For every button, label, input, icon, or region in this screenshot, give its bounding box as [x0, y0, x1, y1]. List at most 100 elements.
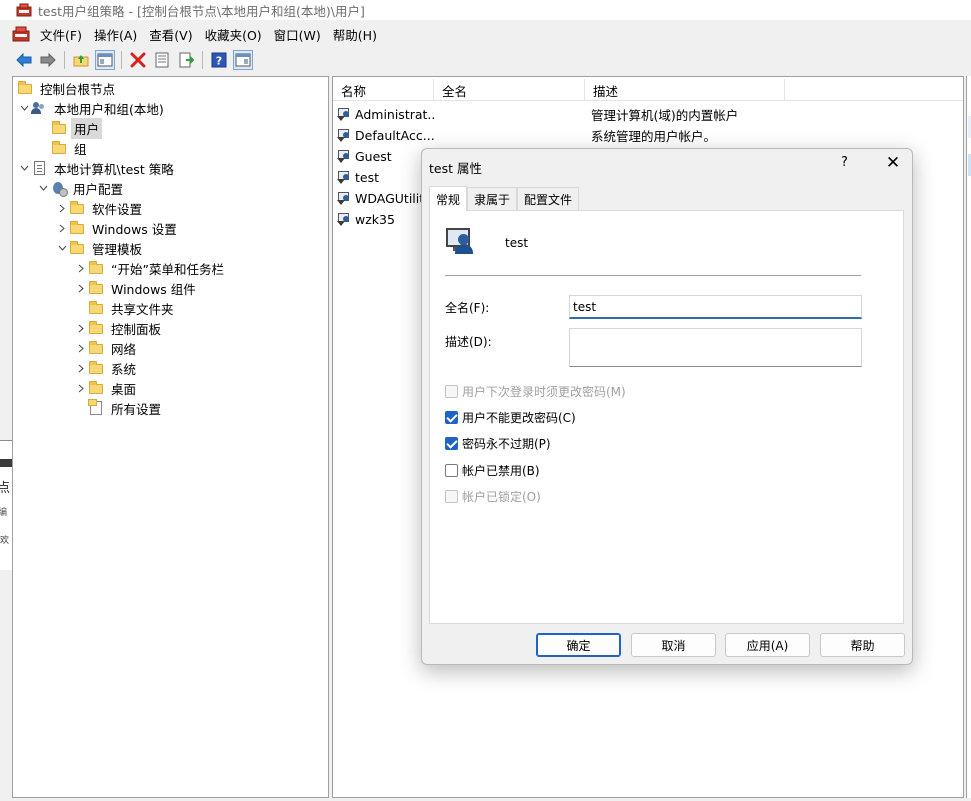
properties-icon[interactable] — [152, 50, 172, 70]
chevron-right-icon[interactable] — [55, 218, 69, 238]
chevron-right-icon[interactable] — [55, 198, 69, 218]
tree-node-admin-templates[interactable]: 管理模板 — [55, 238, 145, 258]
tree-node-label: 本地用户和组(本地) — [54, 101, 164, 117]
tree-node-label: 软件设置 — [92, 201, 143, 217]
menu-favorites[interactable]: 收藏夹(O) — [199, 23, 268, 46]
back-icon[interactable] — [14, 50, 34, 70]
help-button[interactable]: 帮助 — [820, 633, 905, 657]
menu-help[interactable]: 帮助(H) — [327, 23, 383, 46]
folder-icon — [88, 381, 104, 395]
folder-icon — [51, 121, 67, 135]
tree-node-system[interactable]: 系统 — [74, 358, 139, 378]
tree-node-groups[interactable]: 组 — [51, 138, 90, 158]
description-field[interactable] — [569, 328, 862, 367]
title-bar: test用户组策略 - [控制台根节点\本地用户和组(本地)\用户] — [0, 0, 971, 20]
chevron-down-icon[interactable] — [55, 238, 69, 258]
tree-node-label: 所有设置 — [111, 401, 162, 417]
tree-node-label: Windows 设置 — [92, 221, 177, 237]
checkbox-box[interactable] — [445, 463, 458, 477]
menu-window[interactable]: 窗口(W) — [268, 23, 327, 46]
column-header-description[interactable]: 描述 — [585, 79, 785, 101]
chevron-down-icon[interactable] — [17, 158, 31, 178]
tree-node-control-panel[interactable]: 控制面板 — [74, 318, 164, 338]
tree-node-label: 控制台根节点 — [40, 81, 116, 97]
show-hide-tree-icon[interactable] — [95, 50, 115, 70]
tree-node-software-settings[interactable]: 软件设置 — [55, 198, 145, 218]
divider — [445, 275, 861, 276]
tree-node-label: 管理模板 — [92, 241, 143, 257]
column-header-fullname[interactable]: 全名 — [434, 79, 585, 101]
checkbox-box[interactable] — [445, 436, 458, 450]
tree-node-desktop[interactable]: 桌面 — [74, 378, 139, 398]
user-icon — [337, 148, 353, 164]
tree-node-local-users-groups[interactable]: 本地用户和组(本地) — [17, 98, 167, 118]
mmc-menu-icon[interactable] — [12, 26, 30, 42]
checkbox-account-locked[interactable]: 帐户已锁定(O) — [445, 487, 541, 505]
export-list-icon[interactable] — [176, 50, 196, 70]
user-properties-dialog[interactable]: test 属性 ? ✕ 常规 隶属于 配置文件 test 全名(F): test… — [421, 148, 913, 665]
chevron-right-icon[interactable] — [74, 358, 88, 378]
chevron-right-icon[interactable] — [74, 258, 88, 278]
folder-icon — [88, 261, 104, 275]
tree-node-all-settings[interactable]: 所有设置 — [88, 398, 164, 418]
folder-icon — [88, 281, 104, 295]
forward-icon[interactable] — [38, 50, 58, 70]
fullname-field[interactable]: test — [569, 295, 862, 319]
chevron-down-icon[interactable] — [36, 178, 50, 198]
tab-profile[interactable]: 配置文件 — [517, 187, 580, 210]
tree-node-users[interactable]: 用户 — [51, 117, 103, 139]
tree-node-windows-settings[interactable]: Windows 设置 — [55, 218, 180, 238]
mmc-app-icon — [16, 3, 32, 17]
tree-node-network[interactable]: 网络 — [74, 338, 139, 358]
checkbox-box[interactable] — [445, 410, 458, 424]
delete-icon[interactable] — [128, 50, 148, 70]
folder-icon — [69, 241, 85, 255]
checkbox-label: 帐户已锁定(O) — [462, 489, 541, 504]
chevron-right-icon[interactable] — [74, 338, 88, 358]
folder-icon — [88, 321, 104, 335]
users-groups-icon — [31, 101, 47, 115]
user-icon — [337, 127, 353, 143]
show-hide-action-pane-icon[interactable] — [233, 50, 253, 70]
tree-node-user-config[interactable]: 用户配置 — [36, 178, 126, 198]
menu-file[interactable]: 文件(F) — [34, 23, 88, 46]
tab-general[interactable]: 常规 — [429, 186, 468, 211]
menu-view[interactable]: 查看(V) — [143, 23, 198, 46]
checkbox-password-never-expires[interactable]: 密码永不过期(P) — [445, 434, 551, 452]
folder-icon — [69, 201, 85, 215]
tree-node-label: 用户配置 — [73, 181, 124, 197]
user-name: test — [355, 169, 380, 185]
chevron-down-icon[interactable] — [17, 98, 31, 118]
tree-node-local-policy[interactable]: 本地计算机\test 策略 — [17, 158, 177, 178]
folder-icon — [17, 81, 33, 95]
tree-node-root[interactable]: 控制台根节点 — [17, 78, 118, 98]
menu-action[interactable]: 操作(A) — [88, 23, 143, 46]
chevron-right-icon[interactable] — [74, 318, 88, 338]
checkbox-cannot-change-password[interactable]: 用户不能更改密码(C) — [445, 408, 576, 426]
cancel-button[interactable]: 取消 — [631, 633, 716, 657]
checkbox-account-disabled[interactable]: 帐户已禁用(B) — [445, 461, 540, 479]
chevron-right-icon[interactable] — [74, 278, 88, 298]
column-header-name[interactable]: 名称 — [333, 79, 434, 101]
chevron-right-icon[interactable] — [74, 378, 88, 398]
tree-node-windows-components[interactable]: Windows 组件 — [74, 278, 199, 298]
checkbox-box[interactable] — [445, 384, 458, 398]
list-item[interactable]: Administrat... 管理计算机(域)的内置帐户 — [333, 104, 963, 124]
checkbox-must-change-password[interactable]: 用户下次登录时须更改密码(M) — [445, 382, 626, 400]
dialog-help-button[interactable]: ? — [841, 155, 848, 170]
console-tree[interactable]: 控制台根节点 本地用户和组(本地) 用户 组 本地计算机\test 策略 用户配… — [12, 76, 329, 798]
checkbox-box[interactable] — [445, 489, 458, 503]
close-icon[interactable]: ✕ — [882, 153, 904, 173]
tree-node-label: 共享文件夹 — [111, 301, 174, 317]
dialog-title: test 属性 — [429, 161, 482, 176]
action-pane-edge — [966, 76, 971, 798]
tab-member-of[interactable]: 隶属于 — [467, 187, 518, 210]
ok-button[interactable]: 确定 — [536, 633, 621, 657]
up-folder-icon[interactable] — [71, 50, 91, 70]
apply-button[interactable]: 应用(A) — [725, 633, 810, 657]
tree-node-shared-folders[interactable]: 共享文件夹 — [88, 298, 177, 318]
user-name: wzk35 — [355, 211, 395, 227]
list-item[interactable]: DefaultAcc... 系统管理的用户帐户。 — [333, 125, 963, 145]
tree-node-start-menu[interactable]: “开始”菜单和任务栏 — [74, 258, 227, 278]
help-icon[interactable]: ? — [209, 50, 229, 70]
